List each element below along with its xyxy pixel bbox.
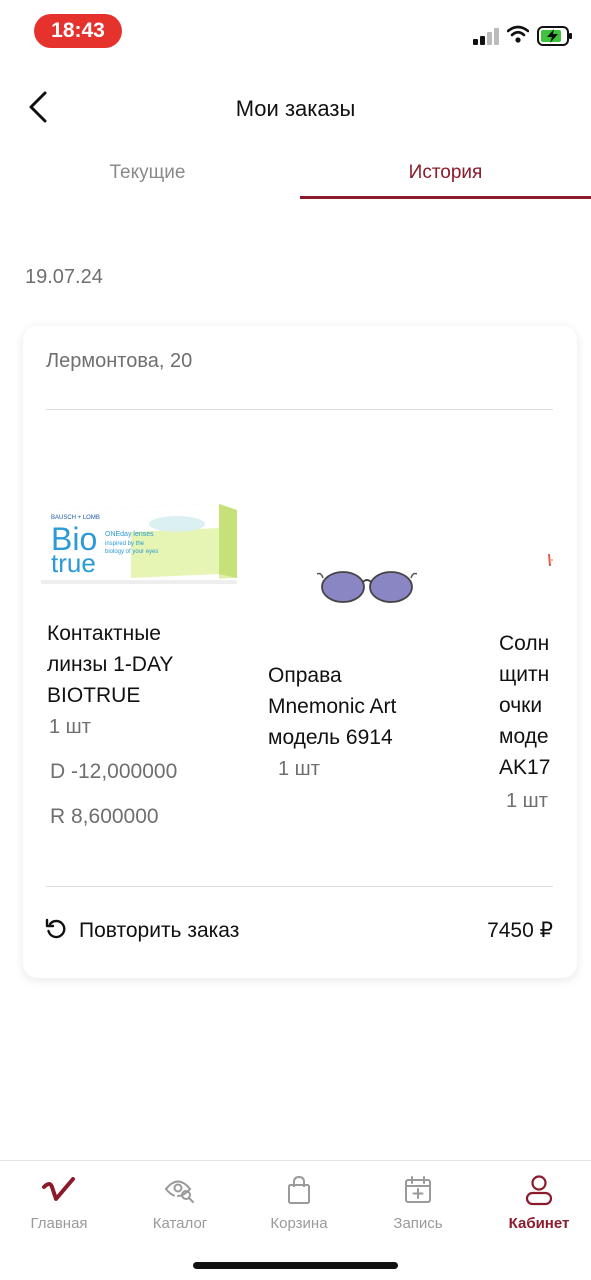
order-tabs: Текущие История	[0, 148, 591, 202]
product-image-lenses: BAUSCH + LOMB Bio true ONEday lenses ins…	[39, 502, 239, 588]
nav-label: Запись	[393, 1215, 443, 1232]
wifi-icon	[506, 25, 530, 43]
lens-sub2: inspired by the	[105, 541, 145, 547]
battery-charging-icon	[537, 26, 573, 46]
repeat-order-label: Повторить заказ	[79, 919, 240, 942]
product-image-frame	[316, 568, 418, 604]
nav-label: Главная	[30, 1215, 88, 1232]
nav-cart[interactable]: Корзина	[240, 1173, 358, 1243]
lens-sub3: biology of your eyes	[105, 549, 158, 555]
status-time: 18:43	[34, 14, 122, 48]
product-name: Солн щитн очки моде AK17	[499, 632, 551, 779]
product-image-sunglasses	[547, 552, 553, 568]
repeat-icon	[45, 918, 67, 945]
product-quantity: 1 шт	[278, 758, 320, 780]
nav-appointment[interactable]: Запись	[359, 1173, 477, 1243]
product-item[interactable]: BAUSCH + LOMB Bio true ONEday lenses ins…	[23, 410, 243, 886]
order-date: 19.07.24	[25, 266, 103, 288]
repeat-order-button[interactable]: Повторить заказ	[45, 914, 239, 948]
products-carousel[interactable]: BAUSCH + LOMB Bio true ONEday lenses ins…	[23, 410, 553, 886]
nav-label: Каталог	[152, 1215, 208, 1232]
order-total: 7450 ₽	[487, 919, 553, 942]
product-quantity: 1 шт	[506, 790, 548, 812]
order-card: Лермонтова, 20 BAUSCH + LOMB Bio true ON…	[23, 326, 577, 978]
active-tab-indicator	[300, 196, 591, 199]
product-param-radius: R 8,600000	[50, 805, 159, 828]
nav-home[interactable]: Главная	[0, 1173, 118, 1243]
brand-logo-icon	[42, 1173, 76, 1207]
nav-label: Корзина	[270, 1215, 328, 1232]
lens-logo-true: true	[51, 548, 96, 578]
product-item[interactable]: Оправа Mnemonic Art модель 6914 1 шт	[253, 410, 483, 886]
nav-catalog[interactable]: Каталог	[121, 1173, 239, 1243]
product-item[interactable]: Солн щитн очки моде AK17 1 шт	[499, 410, 553, 886]
product-quantity: 1 шт	[49, 716, 91, 738]
tab-current[interactable]: Текущие	[0, 148, 295, 198]
product-name: Оправа Mnemonic Art модель 6914	[268, 664, 397, 749]
product-name: Контактные линзы 1-DAY BIOTRUE	[47, 622, 174, 707]
user-icon	[522, 1173, 556, 1207]
shopping-bag-icon	[282, 1173, 316, 1207]
home-indicator[interactable]	[193, 1262, 398, 1269]
store-address: Лермонтова, 20	[46, 350, 193, 372]
product-param-diopter: D -12,000000	[50, 760, 178, 783]
signal-icon	[473, 27, 499, 45]
calendar-plus-icon	[401, 1173, 435, 1207]
tab-history[interactable]: История	[300, 148, 591, 198]
lens-sub1: ONEday lenses	[105, 531, 154, 538]
nav-label: Кабинет	[508, 1215, 570, 1232]
page-title: Мои заказы	[235, 96, 356, 121]
eye-search-icon	[163, 1173, 197, 1207]
divider	[46, 886, 553, 887]
nav-profile[interactable]: Кабинет	[480, 1173, 591, 1243]
status-bar: 18:43	[0, 0, 591, 62]
